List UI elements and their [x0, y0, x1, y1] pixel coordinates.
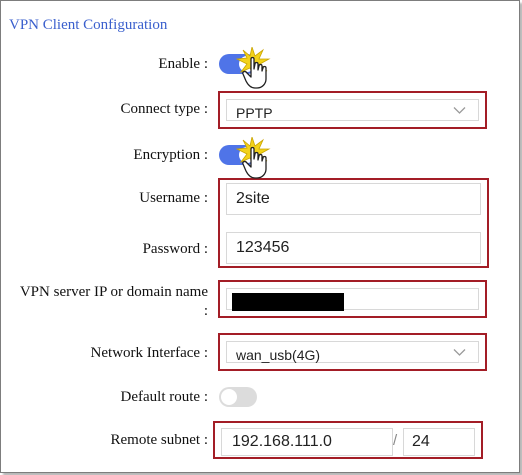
password-label: Password : — [142, 241, 208, 257]
remote-subnet-ip-value: 192.168.111.0 — [232, 433, 332, 450]
page-title: VPN Client Configuration — [9, 17, 168, 33]
toggle-knob — [221, 389, 237, 405]
server-label: VPN server IP or domain name : — [19, 284, 208, 319]
password-input[interactable]: 123456 — [226, 232, 481, 264]
enable-label: Enable : — [158, 56, 208, 72]
hand-pointer-icon — [235, 47, 271, 89]
chevron-down-icon — [453, 107, 466, 114]
password-value: 123456 — [236, 239, 290, 256]
connect-type-select[interactable]: PPTP — [226, 99, 479, 121]
encryption-label: Encryption : — [133, 147, 208, 163]
remote-subnet-mask-input[interactable]: 24 — [403, 428, 475, 456]
username-label: Username : — [139, 190, 208, 206]
credentials-highlight: 2site 123456 — [218, 178, 489, 268]
default-route-label: Default route : — [120, 389, 208, 405]
username-input[interactable]: 2site — [226, 183, 481, 215]
chevron-down-icon — [453, 349, 466, 356]
server-input[interactable] — [226, 288, 479, 311]
hand-pointer-icon — [235, 137, 271, 179]
redaction-bar — [232, 293, 344, 311]
username-value: 2site — [236, 190, 270, 207]
network-interface-value: wan_usb(4G) — [236, 347, 321, 363]
connect-type-label: Connect type : — [120, 101, 209, 117]
remote-subnet-highlight: 192.168.111.0 / 24 — [213, 421, 483, 459]
subnet-slash: / — [393, 432, 398, 449]
network-interface-label: Network Interface : — [90, 345, 208, 361]
remote-subnet-mask-value: 24 — [412, 433, 430, 450]
server-highlight — [218, 280, 487, 318]
vpn-config-panel: VPN Client Configuration Enable : Connec… — [0, 0, 520, 473]
network-interface-highlight: wan_usb(4G) — [218, 333, 487, 371]
connect-type-value: PPTP — [236, 105, 273, 121]
network-interface-select[interactable]: wan_usb(4G) — [226, 341, 479, 363]
remote-subnet-ip-input[interactable]: 192.168.111.0 — [221, 428, 393, 456]
default-route-toggle[interactable] — [219, 387, 257, 407]
connect-type-highlight: PPTP — [218, 91, 487, 129]
remote-subnet-label: Remote subnet : — [110, 432, 209, 448]
